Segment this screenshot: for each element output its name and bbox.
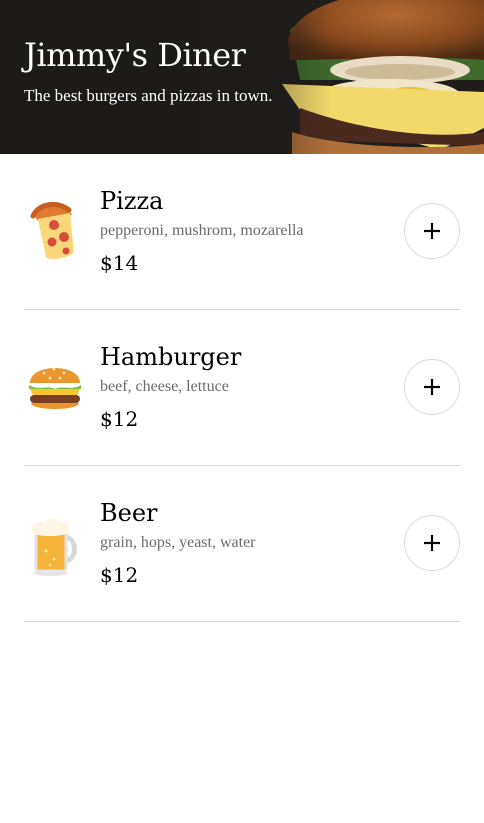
item-price: $14 (100, 251, 139, 275)
beer-mug-emoji-icon (31, 518, 77, 576)
header-banner: Jimmy's Diner The best burgers and pizza… (0, 0, 484, 154)
add-beer-button[interactable] (404, 515, 460, 571)
plus-icon (424, 223, 440, 239)
item-name: Beer (100, 499, 158, 527)
item-ingredients: pepperoni, mushrom, mozarella (100, 222, 304, 239)
menu-item-pizza: Pizza pepperoni, mushrom, mozarella $14 (24, 154, 460, 310)
menu-item-hamburger: Hamburger beef, cheese, lettuce $12 (24, 310, 460, 466)
pizza-emoji-icon (30, 202, 74, 260)
add-pizza-button[interactable] (404, 203, 460, 259)
restaurant-tagline: The best burgers and pizzas in town. (24, 86, 273, 105)
item-name: Pizza (100, 187, 164, 215)
item-name: Hamburger (100, 343, 242, 371)
menu-list: Pizza pepperoni, mushrom, mozarella $14 (24, 154, 460, 622)
restaurant-title: Jimmy's Diner (24, 36, 246, 74)
plus-icon (424, 535, 440, 551)
plus-icon (424, 379, 440, 395)
item-ingredients: beef, cheese, lettuce (100, 378, 229, 395)
item-price: $12 (100, 563, 139, 587)
menu-page: Jimmy's Diner The best burgers and pizza… (0, 0, 484, 823)
menu-item-beer: Beer grain, hops, yeast, water $12 (24, 466, 460, 622)
item-ingredients: grain, hops, yeast, water (100, 534, 256, 551)
hamburger-emoji-icon (29, 367, 81, 409)
burger-photo (0, 0, 484, 154)
add-hamburger-button[interactable] (404, 359, 460, 415)
item-price: $12 (100, 407, 139, 431)
